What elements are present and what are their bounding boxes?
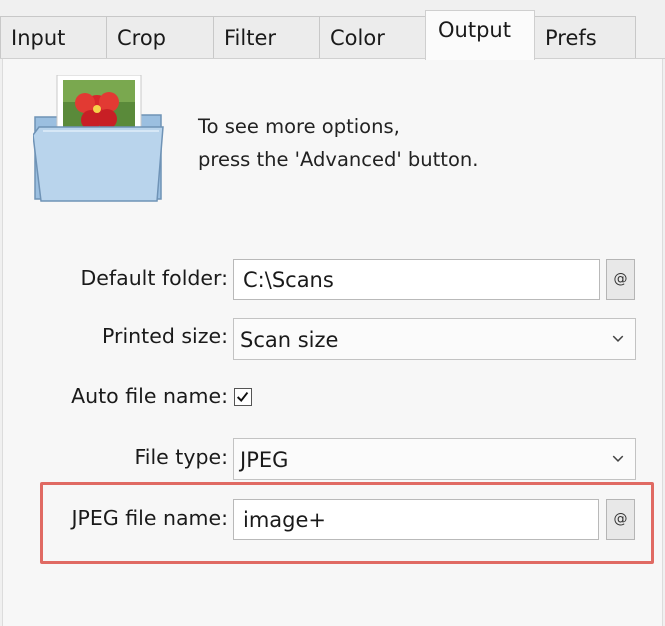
tab-input-label: Input	[11, 26, 66, 50]
auto-file-name-checkbox[interactable]	[234, 388, 252, 406]
file-type-label: File type:	[134, 445, 228, 469]
chevron-down-icon	[612, 335, 624, 342]
tab-crop-label: Crop	[117, 26, 167, 50]
tab-input[interactable]: Input	[0, 16, 107, 58]
auto-file-name-label: Auto file name:	[71, 384, 228, 408]
vuescan-output-tab: Input Crop Filter Color Output Prefs To …	[0, 0, 665, 626]
default-folder-input[interactable]	[233, 259, 600, 300]
printed-size-label: Printed size:	[102, 324, 228, 348]
jpeg-file-name-at-button[interactable]: @	[606, 499, 635, 540]
chevron-down-icon	[612, 455, 624, 462]
tab-filter-label: Filter	[224, 26, 277, 50]
tab-crop[interactable]: Crop	[106, 16, 214, 58]
printed-size-select[interactable]: Scan size	[233, 318, 636, 360]
tab-bar: Input Crop Filter Color Output Prefs	[0, 0, 665, 60]
checkmark-icon	[236, 391, 249, 403]
default-folder-at-button[interactable]: @	[606, 259, 635, 300]
tab-prefs-label: Prefs	[545, 26, 597, 50]
file-type-select[interactable]: JPEG	[233, 438, 636, 480]
default-folder-label: Default folder:	[80, 266, 228, 290]
file-type-value: JPEG	[240, 448, 289, 472]
hint-line-1: To see more options,	[198, 115, 400, 138]
advanced-hint: To see more options, press the 'Advanced…	[198, 110, 478, 176]
tab-prefs[interactable]: Prefs	[534, 16, 636, 58]
hint-line-2: press the 'Advanced' button.	[198, 148, 479, 171]
tab-output[interactable]: Output	[425, 10, 535, 60]
printed-size-value: Scan size	[240, 328, 339, 352]
jpeg-file-name-label: JPEG file name:	[71, 506, 228, 530]
tab-output-label: Output	[438, 18, 511, 42]
tab-color[interactable]: Color	[319, 16, 426, 58]
tab-filter[interactable]: Filter	[213, 16, 320, 58]
folder-with-photo-icon	[33, 75, 164, 202]
jpeg-file-name-input[interactable]	[233, 499, 599, 540]
tab-color-label: Color	[330, 26, 385, 50]
